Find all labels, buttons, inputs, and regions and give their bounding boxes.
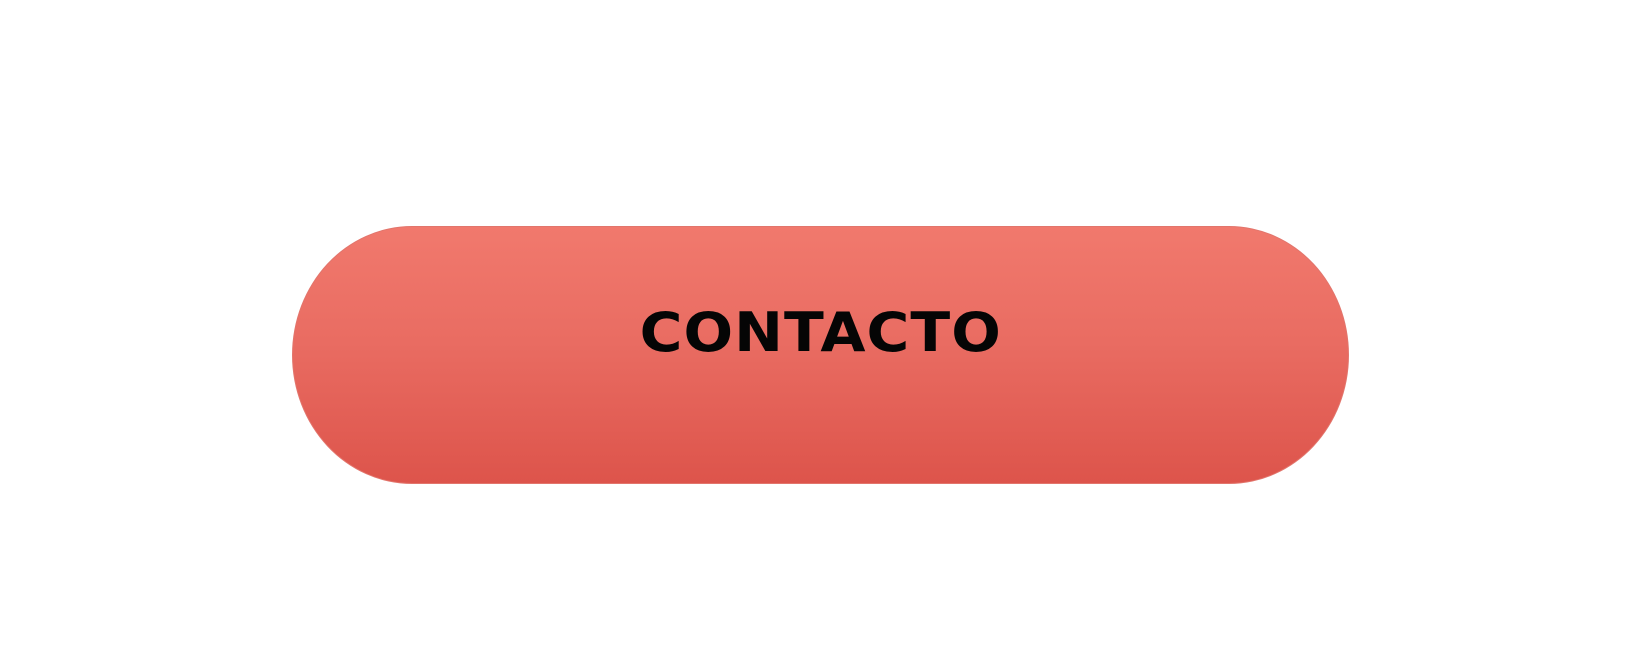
contacto-button-label: CONTACTO [639,301,1002,364]
contacto-button[interactable]: CONTACTO [292,226,1349,484]
